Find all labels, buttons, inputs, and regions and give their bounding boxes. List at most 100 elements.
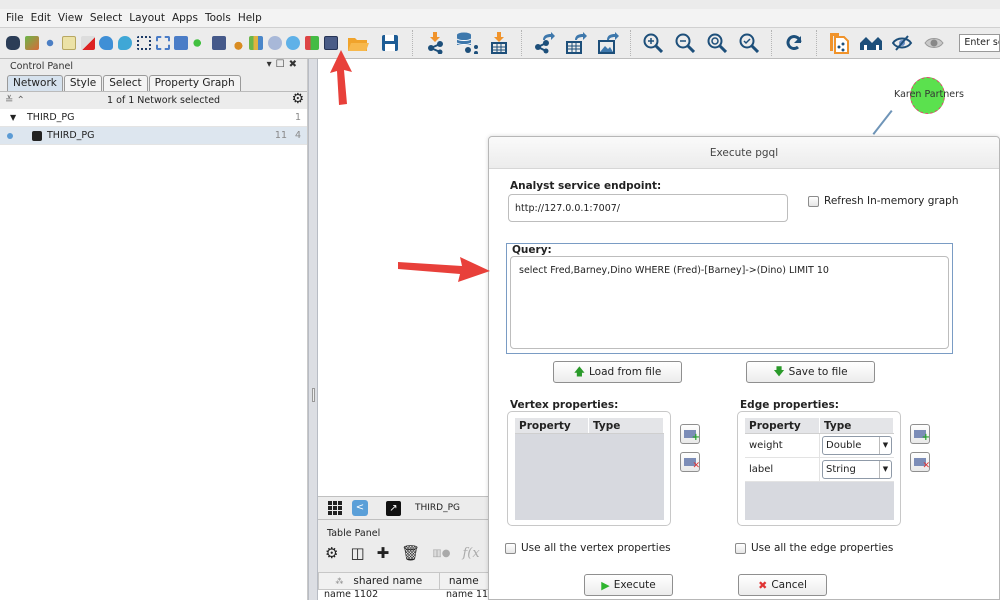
zoom-selected-icon[interactable] <box>738 32 760 54</box>
checkbox-box[interactable] <box>505 542 516 554</box>
dropdown-arrow-icon[interactable]: ▼ <box>879 437 891 454</box>
zoom-out-icon[interactable] <box>674 32 696 54</box>
comment-icon[interactable] <box>62 36 77 50</box>
use-all-edge-label: Use all the edge properties <box>751 542 894 554</box>
save-to-file-button[interactable]: 🡇 Save to file <box>746 361 875 383</box>
use-all-edge-checkbox[interactable]: Use all the edge properties <box>735 542 893 554</box>
add-property-icon <box>914 430 930 443</box>
type-select[interactable]: String ▼ <box>822 460 892 479</box>
edge-property-row[interactable]: weight Double ▼ <box>745 434 894 458</box>
hierarchy-icon[interactable] <box>43 36 58 50</box>
refresh-icon[interactable] <box>783 32 805 54</box>
menu-apps[interactable]: Apps <box>172 12 198 24</box>
import-table-icon[interactable] <box>488 32 510 54</box>
select-nodes-icon[interactable] <box>136 36 151 50</box>
dropdown-icon[interactable]: ▾ <box>267 59 276 70</box>
splitter-grip[interactable] <box>312 388 315 402</box>
query-textarea[interactable]: select Fred,Barney,Dino WHERE (Fred)-[Ba… <box>510 256 949 349</box>
refresh-graph-checkbox[interactable]: Refresh In-memory graph <box>808 195 958 207</box>
remove-edge-property-button[interactable] <box>910 452 930 472</box>
refresh-style-icon[interactable] <box>267 36 282 50</box>
cell-name: name 1102 <box>446 590 490 600</box>
new-network-icon[interactable] <box>828 32 850 54</box>
type-select[interactable]: Double ▼ <box>822 436 892 455</box>
tab-network[interactable]: Network <box>7 75 63 91</box>
expand-collapse-icon[interactable]: ≚ ⌃ <box>5 95 25 106</box>
table-row[interactable]: name 1102 name 1102 <box>318 590 490 600</box>
export-image-icon[interactable] <box>597 32 620 54</box>
function-icon[interactable]: f(x <box>462 546 479 561</box>
execute-button[interactable]: ▶ Execute <box>584 574 673 596</box>
vertex-properties-table[interactable]: Property Type <box>515 418 664 520</box>
menu-bar: File Edit View Select Layout Apps Tools … <box>0 9 1000 27</box>
search-input[interactable]: Enter search ter <box>959 34 1000 52</box>
header-property: Property <box>745 418 820 433</box>
export-network-icon[interactable] <box>533 32 556 54</box>
path-icon[interactable] <box>230 36 245 50</box>
zoom-fit-icon[interactable] <box>706 32 728 54</box>
add-icon[interactable]: ✚ <box>377 544 390 562</box>
grid-view-icon[interactable] <box>328 501 344 515</box>
trash-icon[interactable]: 🗑 <box>401 544 420 562</box>
network-arrows-icon[interactable] <box>305 36 319 50</box>
panel-splitter[interactable] <box>308 59 318 600</box>
import-network-icon[interactable] <box>424 32 446 54</box>
columns-icon[interactable]: ◫ <box>350 544 364 562</box>
menu-view[interactable]: View <box>58 12 83 24</box>
cancel-button[interactable]: ✖ Cancel <box>738 574 827 596</box>
zoom-in-icon[interactable] <box>642 32 664 54</box>
load-from-file-button[interactable]: 🡅 Load from file <box>553 361 682 383</box>
endpoint-input[interactable]: http://127.0.0.1:7007/ <box>508 194 788 222</box>
add-node-icon[interactable] <box>192 36 207 50</box>
network-tree-icon[interactable] <box>24 36 39 50</box>
float-icon[interactable]: ☐ <box>276 59 289 70</box>
collection-count: 1 <box>294 112 301 123</box>
add-edge-property-button[interactable] <box>910 424 930 444</box>
load-file-icon: 🡅 <box>573 364 585 378</box>
tree-collection-row[interactable]: ▼ THIRD_PG 1 <box>0 109 307 127</box>
detach-view-icon[interactable]: ↗ <box>386 500 401 516</box>
dropdown-arrow-icon[interactable]: ▼ <box>879 461 891 478</box>
checkbox-box[interactable] <box>808 195 819 207</box>
tab-select[interactable]: Select <box>103 75 148 91</box>
checkbox-box[interactable] <box>735 542 746 554</box>
menu-tools[interactable]: Tools <box>205 12 231 24</box>
tree-network-row[interactable]: THIRD_PG 11 4 <box>0 127 307 145</box>
collapse-triangle-icon[interactable]: ▼ <box>10 113 16 122</box>
home-icon[interactable] <box>860 32 883 54</box>
show-icon[interactable] <box>924 32 946 54</box>
add-circle-icon[interactable] <box>286 36 301 50</box>
column-shared-name[interactable]: ⁂ shared name <box>319 573 440 589</box>
gear-icon[interactable]: ⚙ <box>325 544 338 562</box>
tab-style[interactable]: Style <box>63 75 103 91</box>
menu-edit[interactable]: Edit <box>31 12 51 24</box>
share-network-icon[interactable]: < <box>352 500 368 516</box>
edge-property-row[interactable]: label String ▼ <box>745 458 894 482</box>
edge-properties-table[interactable]: Property Type weight Double ▼ label Strin… <box>745 418 894 520</box>
export-table-icon[interactable] <box>565 32 588 54</box>
binoculars-icon[interactable] <box>6 36 20 50</box>
type-value: Double <box>826 440 862 451</box>
menu-select[interactable]: Select <box>90 12 122 24</box>
expand-selection-icon[interactable] <box>155 36 170 50</box>
fit-selection-icon[interactable] <box>174 36 189 50</box>
tab-property-graph[interactable]: Property Graph <box>148 75 241 91</box>
redo-icon[interactable] <box>118 36 133 50</box>
save-icon[interactable] <box>379 32 401 54</box>
menu-layout[interactable]: Layout <box>129 12 165 24</box>
remove-vertex-property-button[interactable] <box>680 452 700 472</box>
save-node-icon[interactable] <box>211 36 226 50</box>
column-name[interactable]: name <box>440 573 489 589</box>
menu-help[interactable]: Help <box>238 12 262 24</box>
gear-icon[interactable]: ⚙ <box>291 91 304 107</box>
use-all-vertex-checkbox[interactable]: Use all the vertex properties <box>505 542 671 554</box>
delete-comment-icon[interactable] <box>80 36 95 50</box>
menu-file[interactable]: File <box>6 12 24 24</box>
close-icon[interactable]: ✖ <box>289 59 301 70</box>
import-database-icon[interactable] <box>456 32 479 54</box>
bar-chart-icon[interactable] <box>248 36 263 50</box>
link-icon[interactable]: ▥● <box>432 548 450 559</box>
undo-icon[interactable] <box>99 36 114 50</box>
hide-icon[interactable] <box>892 32 914 54</box>
add-vertex-property-button[interactable] <box>680 424 700 444</box>
